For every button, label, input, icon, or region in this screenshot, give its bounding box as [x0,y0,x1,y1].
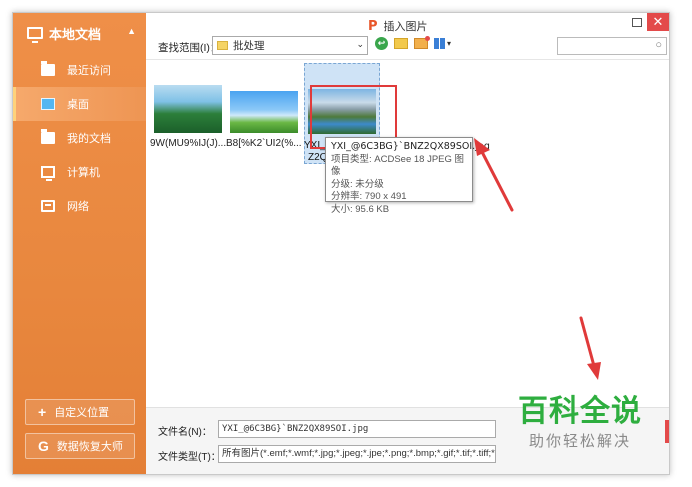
folder-icon [41,129,55,144]
tooltip-resolution: 分辨率: 790 x 491 [331,191,407,202]
watermark-logo: 百科全说 助你轻松解决 [505,395,655,451]
file-name-input[interactable]: YXI_@6C3BG}`BNZ2QX89SOI.jpg [218,420,496,438]
sidebar-item-documents[interactable]: 我的文档 [13,121,146,155]
network-icon [41,200,55,212]
file-item[interactable]: 9W(MU9%IJ(J)... [150,85,226,149]
dialog-title: P 插入图片 [368,18,428,34]
up-folder-icon[interactable] [394,38,408,49]
tooltip-rating: 分级: 未分级 [331,178,384,190]
recovery-icon: G [38,438,49,454]
close-button[interactable]: ✕ [647,13,669,31]
look-in-value: 批处理 [233,40,265,52]
sidebar-item-label: 最近访问 [67,65,111,77]
file-name: B8[%K2`UI2(%... [226,138,302,149]
look-in-select[interactable]: 批处理 ⌄ [212,36,368,55]
dialog-title-text: 插入图片 [383,21,428,33]
plus-icon: + [38,404,47,420]
sidebar-header-label: 本地文档 [49,26,102,42]
computer-icon [41,166,55,181]
sidebar-item-recent[interactable]: 最近访问 [13,53,146,87]
file-item[interactable]: B8[%K2`UI2(%... [226,91,302,149]
search-icon: ○ [655,39,662,51]
monitor-icon [27,27,43,43]
sidebar-item-label: 我的文档 [67,133,111,145]
sidebar-item-label: 计算机 [67,167,100,179]
sidebar-item-network[interactable]: 网络 [13,189,146,223]
data-recovery-label: 数据恢复大师 [56,441,123,453]
file-type-label: 文件类型(T)： [158,452,221,463]
sidebar-item-label: 网络 [67,201,89,213]
caret-down-icon: ▾ [447,39,452,48]
image-thumbnail [230,91,298,133]
search-input[interactable]: ○ [557,37,667,55]
sidebar-item-desktop[interactable]: 桌面 [13,87,146,121]
folder-icon [217,41,228,50]
image-thumbnail [154,85,222,133]
back-icon[interactable]: ↩ [375,37,388,50]
view-menu-button[interactable]: ▾ [434,38,451,49]
maximize-icon[interactable] [632,18,642,27]
file-tooltip: YXI_@6C3BG}`BNZ2QX89SOI.jpg 项目类型: ACDSee… [325,137,490,215]
title-bar: P 插入图片 ✕ [146,13,669,35]
toolbar-icons: ↩ ▾ [375,36,451,50]
folder-clock-icon [41,61,55,76]
data-recovery-button[interactable]: G 数据恢复大师 [25,433,135,459]
tooltip-filename: YXI_@6C3BG}`BNZ2QX89SOI.jpg [331,141,490,152]
wps-logo-icon: P [368,18,378,34]
desktop-icon [41,98,55,110]
file-name-label: 文件名(N)： [158,427,212,438]
chevron-down-icon[interactable]: ⌄ [356,39,364,50]
file-list: 9W(MU9%IJ(J)... B8[%K2`UI2(%... YXI_( Z2… [146,59,669,407]
toolbar: 查找范围(I)： 批处理 ⌄ ↩ ▾ ○ [146,35,669,59]
tooltip-size: 大小: 95.6 KB [331,203,390,215]
file-type-select[interactable]: 所有图片(*.emf;*.wmf;*.jpg;*.jpeg;*.jpe;*.pn… [218,445,496,463]
tooltip-type: 项目类型: ACDSee 18 JPEG 图像 [331,153,465,178]
new-folder-icon[interactable] [414,36,430,49]
watermark-title: 百科全说 [518,395,642,428]
sidebar-item-computer[interactable]: 计算机 [13,155,146,189]
sidebar: 本地文档 ▲ 最近访问 桌面 我的文档 计算机 网络 + 自定义位置 G 数据恢… [13,13,146,474]
custom-location-label: 自定义位置 [54,407,110,419]
file-name: 9W(MU9%IJ(J)... [150,138,226,149]
watermark-subtitle: 助你轻松解决 [528,433,631,450]
view-grid-icon [434,38,445,49]
sidebar-header[interactable]: 本地文档 ▲ [13,13,146,53]
custom-location-button[interactable]: + 自定义位置 [25,399,135,425]
caret-up-icon[interactable]: ▲ [127,26,136,36]
open-button[interactable] [665,420,669,443]
sidebar-item-label: 桌面 [67,99,89,111]
